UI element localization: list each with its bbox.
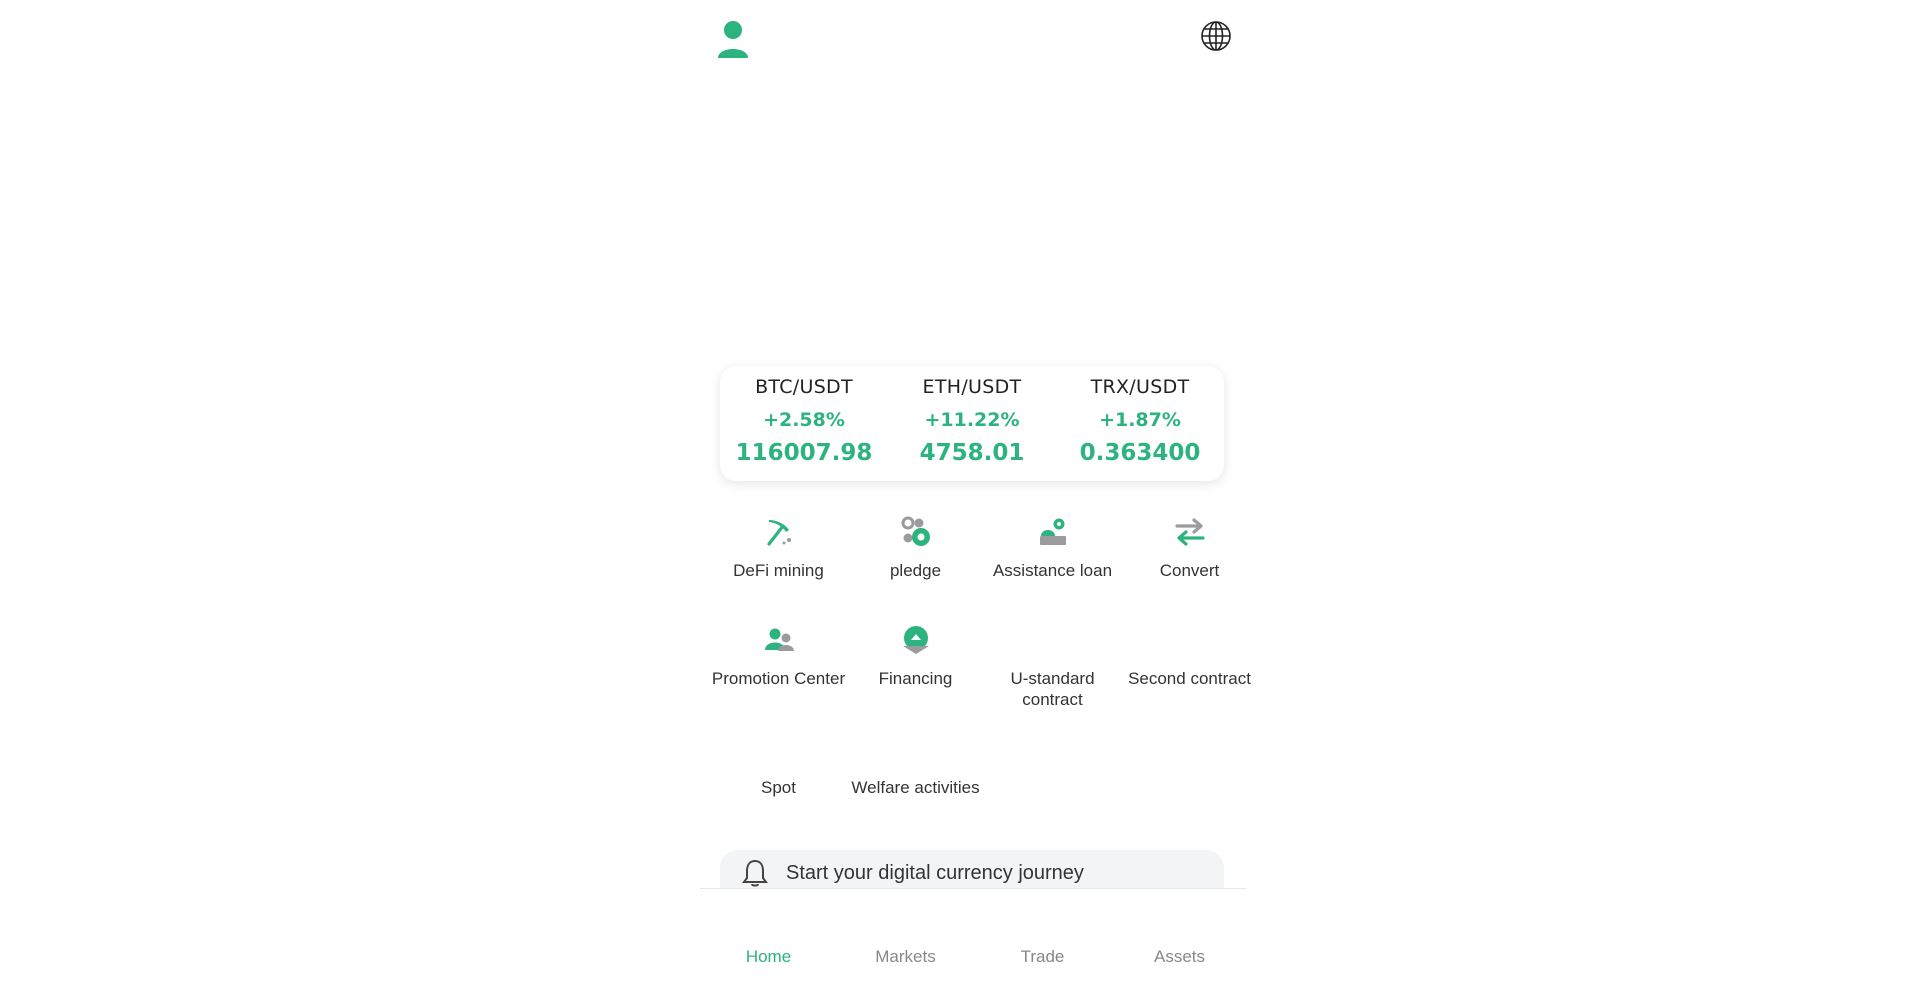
tab-label: Markets [875,947,936,966]
feature-label: DeFi mining [733,561,824,580]
feature-defi-mining[interactable]: DeFi mining [710,516,847,616]
tab-markets[interactable]: Markets [837,889,974,994]
bell-icon [740,858,770,888]
feature-welfare-activities[interactable]: Welfare activities [847,733,984,833]
tab-label: Assets [1153,947,1206,966]
feature-label: Second contract [1128,669,1251,688]
feature-u-standard-contract[interactable]: U-standard contract [984,624,1121,724]
ticker-pair: BTC/USDT [755,376,853,398]
feature-financing[interactable]: Financing [847,624,984,724]
feature-pledge[interactable]: pledge [847,516,984,616]
feature-label: U-standard contract [1010,669,1095,709]
announcement-bar[interactable]: Start your digital currency journey [720,850,1224,890]
ticker-pair: TRX/USDT [1090,376,1190,398]
feature-label: Assistance loan [992,561,1113,580]
coins-icon [900,516,932,548]
feature-assistance-loan[interactable]: Assistance loan [984,516,1121,616]
user-icon[interactable] [716,20,750,60]
ticker-btc[interactable]: BTC/USDT +2.58% 116007.98 [720,366,888,481]
announcement-text: Start your digital currency journey [786,862,1084,884]
financing-icon [900,624,932,656]
ticker-change: +1.87% [1099,409,1181,431]
feature-second-contract[interactable]: Second contract [1121,624,1258,724]
feature-promotion-center[interactable]: Promotion Center [710,624,847,724]
tab-trade[interactable]: Trade [974,889,1111,994]
convert-arrows-icon [1174,516,1206,548]
tab-assets[interactable]: Assets [1111,889,1248,994]
ticker-trx[interactable]: TRX/USDT +1.87% 0.363400 [1056,366,1224,481]
tab-home[interactable]: Home [700,889,837,994]
ticker-price: 116007.98 [735,440,873,466]
feature-spot[interactable]: Spot [710,733,847,833]
ticker-pair: ETH/USDT [922,376,1022,398]
top-bar [700,0,1246,80]
loan-icon [1037,516,1069,548]
ticker-price: 0.363400 [1079,440,1201,466]
tab-label: Home [745,947,792,966]
ticker-change: +2.58% [763,409,845,431]
tab-label: Trade [1020,947,1065,966]
ticker-price: 4758.01 [919,440,1025,466]
pickaxe-icon [763,516,795,548]
feature-label: Promotion Center [711,669,846,688]
feature-label: Convert [1159,561,1220,580]
bottom-tab-bar: Home Markets Trade Assets [700,888,1246,993]
globe-icon[interactable] [1200,20,1232,52]
feature-label: Welfare activities [851,778,980,797]
ticker-eth[interactable]: ETH/USDT +11.22% 4758.01 [888,366,1056,481]
users-icon [763,624,795,656]
app-shell: BTC/USDT +2.58% 116007.98 ETH/USDT +11.2… [700,0,1251,993]
ticker-card: BTC/USDT +2.58% 116007.98 ETH/USDT +11.2… [720,366,1224,481]
ticker-change: +11.22% [924,409,1020,431]
feature-convert[interactable]: Convert [1121,516,1258,616]
feature-label: pledge [889,561,942,580]
feature-label: Spot [761,778,796,797]
feature-label: Financing [878,669,953,688]
